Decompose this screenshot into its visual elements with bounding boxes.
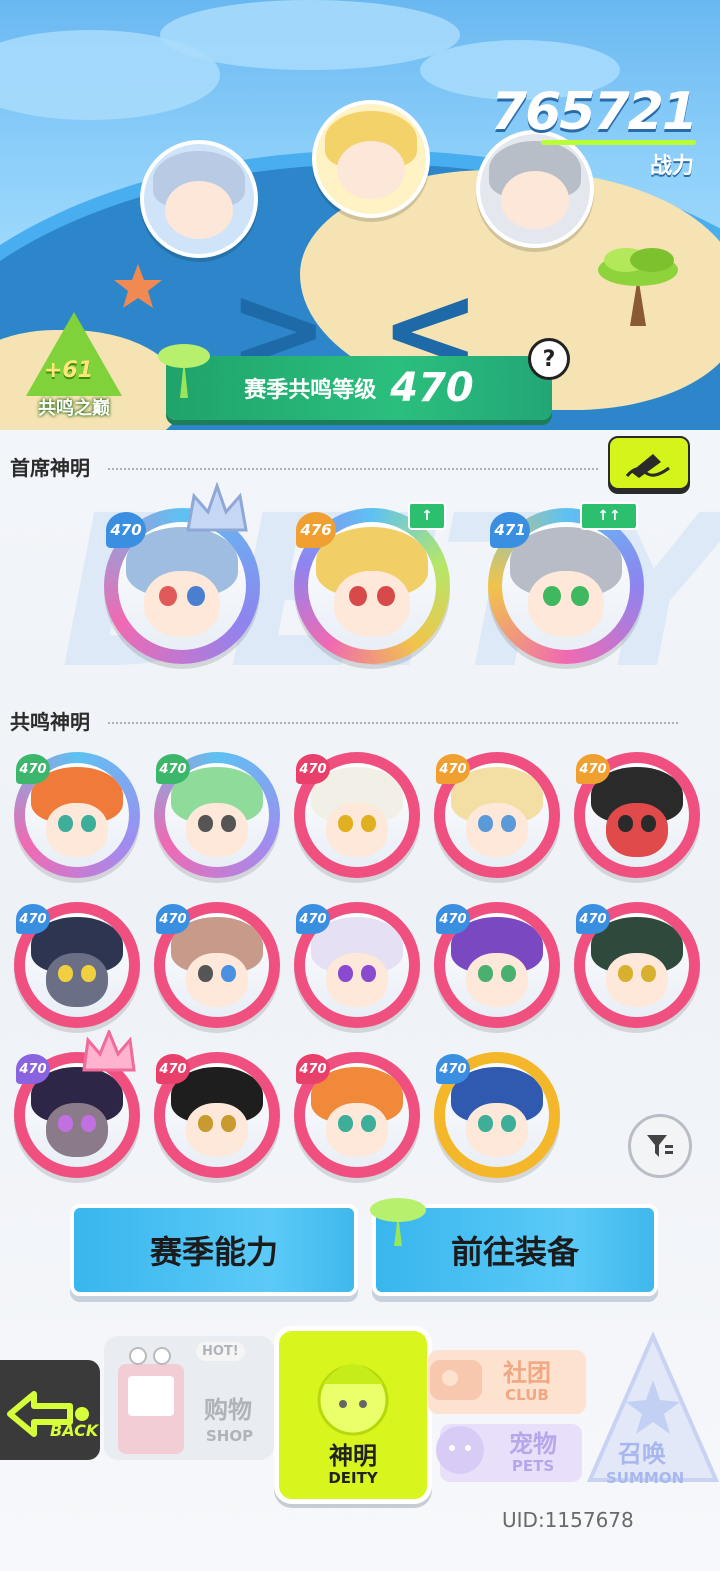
resonance-deity-card[interactable]: 470 xyxy=(434,1052,560,1178)
back-label: BACK xyxy=(50,1421,99,1440)
palm-tree-icon xyxy=(598,248,678,326)
nav-deity[interactable]: 神明 DEITY xyxy=(274,1326,432,1504)
divider xyxy=(108,468,598,470)
user-id: UID:1157678 xyxy=(502,1508,634,1532)
level-badge: 470 xyxy=(576,904,610,934)
resonance-deity-title: 共鸣神明 xyxy=(10,710,90,734)
resonance-deity-card[interactable]: 470 xyxy=(434,752,560,878)
level-badge: 470 xyxy=(436,754,470,784)
help-button[interactable]: ? xyxy=(528,338,570,380)
resonance-deity-card[interactable]: 470 xyxy=(574,752,700,878)
chief-deity-title: 首席神明 xyxy=(10,456,90,480)
level-badge: 470 xyxy=(16,904,50,934)
club-label: 社团 xyxy=(503,1358,551,1387)
club-label-en: CLUB xyxy=(505,1385,549,1404)
level-badge: 476 xyxy=(296,512,336,548)
deity-character-icon xyxy=(317,1363,389,1436)
resonance-deity-card[interactable]: 470 xyxy=(154,902,280,1028)
mountain-icon xyxy=(26,312,122,396)
level-badge: 470 xyxy=(16,1054,50,1084)
power-label: 战力 xyxy=(649,154,694,179)
character-chibi[interactable] xyxy=(140,140,258,258)
battle-scene: > < 765721 战力 +61 共鸣之巅 赛季共鸣等级 470 ? xyxy=(0,0,720,430)
summon-label: 召唤 xyxy=(618,1440,666,1468)
back-button[interactable] xyxy=(0,1360,100,1460)
level-badge: 470 xyxy=(296,754,330,784)
level-badge: 470 xyxy=(576,754,610,784)
season-level-value: 470 xyxy=(390,365,474,411)
level-badge: 470 xyxy=(156,1054,190,1084)
nav-shop[interactable]: HOT! 购物 SHOP xyxy=(104,1336,274,1460)
pet-icon xyxy=(436,1426,484,1474)
resonance-deity-card[interactable]: 470 xyxy=(294,752,420,878)
filter-icon xyxy=(647,1135,673,1157)
level-up-badge: ↑ xyxy=(408,502,446,530)
resonance-deity-card[interactable]: 470 xyxy=(154,1052,280,1178)
power-value: 765721 xyxy=(490,82,698,142)
pencil-icon xyxy=(625,454,670,478)
crown-icon xyxy=(186,482,248,532)
level-up-badge: ↑↑ xyxy=(580,502,638,530)
resonance-deity-card[interactable]: 470 xyxy=(14,752,140,878)
level-badge: 470 xyxy=(106,512,146,548)
power-underline xyxy=(541,140,696,145)
peak-label: 共鸣之巅 xyxy=(38,398,110,419)
vending-machine-icon xyxy=(118,1347,184,1454)
level-badge: 470 xyxy=(296,904,330,934)
season-level-label: 赛季共鸣等级 xyxy=(244,378,377,403)
level-badge: 471 xyxy=(490,512,530,548)
chief-deity-card[interactable]: 476 xyxy=(294,508,450,664)
shop-label: 购物 xyxy=(204,1396,252,1424)
character-chibi[interactable] xyxy=(476,130,594,248)
season-ability-button[interactable]: 赛季能力 xyxy=(70,1204,358,1296)
starfish-icon xyxy=(114,264,162,308)
shop-hot-tag: HOT! xyxy=(196,1342,245,1361)
palm-leaf-icon xyxy=(158,344,210,398)
chief-deity-card[interactable]: 471 xyxy=(488,508,644,664)
club-bag-icon xyxy=(430,1360,482,1400)
resonance-deity-card[interactable]: 470 xyxy=(574,902,700,1028)
shop-label-en: SHOP xyxy=(206,1427,254,1445)
level-badge: 470 xyxy=(156,754,190,784)
resonance-deity-card[interactable]: 470 xyxy=(294,902,420,1028)
resonance-peak-badge[interactable]: +61 共鸣之巅 xyxy=(22,312,126,424)
character-chibi[interactable] xyxy=(312,100,430,218)
resonance-deity-card[interactable]: 470 xyxy=(294,1052,420,1178)
pets-label-en: PETS xyxy=(511,1456,555,1475)
resonance-deity-card[interactable]: 470 xyxy=(154,752,280,878)
cloud xyxy=(160,0,460,70)
summon-label-en: SUMMON xyxy=(606,1469,685,1487)
level-badge: 470 xyxy=(296,1054,330,1084)
level-badge: 470 xyxy=(436,904,470,934)
nav-summon[interactable]: 召唤 SUMMON xyxy=(586,1330,720,1490)
edit-button[interactable] xyxy=(608,436,690,490)
level-badge: 470 xyxy=(436,1054,470,1084)
level-badge: 470 xyxy=(16,754,50,784)
filter-button[interactable] xyxy=(628,1114,692,1178)
deity-label: 神明 xyxy=(329,1441,377,1470)
season-level-banner[interactable]: 赛季共鸣等级 470 xyxy=(158,344,552,420)
pets-label: 宠物 xyxy=(509,1429,557,1458)
palm-leaf-icon xyxy=(370,1198,426,1246)
divider xyxy=(108,722,678,724)
crown-icon xyxy=(82,1030,136,1072)
peak-bonus: +61 xyxy=(44,358,94,383)
deity-label-en: DEITY xyxy=(328,1468,378,1487)
level-badge: 470 xyxy=(156,904,190,934)
resonance-deity-card[interactable]: 470 xyxy=(14,902,140,1028)
resonance-deity-card[interactable]: 470 xyxy=(434,902,560,1028)
